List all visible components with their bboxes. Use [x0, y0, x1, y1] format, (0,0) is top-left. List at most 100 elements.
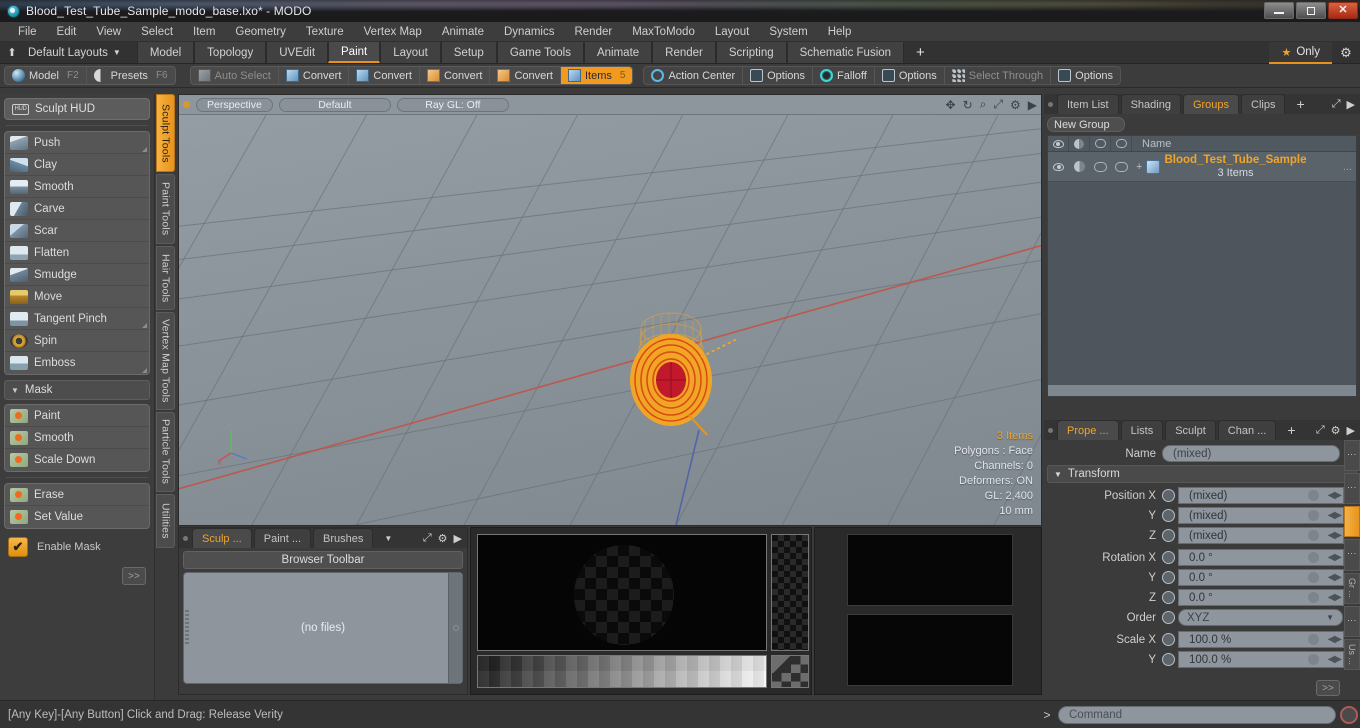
mini-knob-icon[interactable]: [1308, 592, 1319, 603]
layout-tab-layout[interactable]: Layout: [380, 42, 441, 63]
prop-side-tab-4[interactable]: ⋮: [1344, 539, 1360, 571]
close-button[interactable]: ✕: [1328, 2, 1358, 19]
menu-system[interactable]: System: [759, 22, 817, 42]
menu-help[interactable]: Help: [818, 22, 862, 42]
menu-view[interactable]: View: [86, 22, 131, 42]
vtab-particle-tools[interactable]: Particle Tools: [156, 412, 175, 492]
position-y-input[interactable]: (mixed) ◀▶: [1178, 507, 1344, 524]
expand-icon[interactable]: ⤢: [1316, 424, 1325, 437]
prop-tab-sculpt[interactable]: Sculpt: [1165, 420, 1216, 440]
tool-emboss[interactable]: Emboss: [5, 352, 149, 374]
chevron-right-icon[interactable]: ▶: [1347, 98, 1355, 111]
resize-grip[interactable]: [185, 610, 189, 646]
position-z-keyframe-toggle[interactable]: [1162, 529, 1175, 542]
prop-side-tab-1[interactable]: ⋮: [1344, 440, 1360, 472]
brush-alpha-swatch[interactable]: [771, 534, 809, 651]
panel-menu-dot-icon[interactable]: [1044, 420, 1057, 440]
convert-edge-button[interactable]: Convert: [349, 67, 420, 84]
mask-section-header[interactable]: ▼ Mask: [4, 380, 150, 400]
position-x-input[interactable]: (mixed) ◀▶: [1178, 487, 1344, 504]
scale-x-input[interactable]: 100.0 % ◀▶: [1178, 631, 1344, 648]
menu-item[interactable]: Item: [183, 22, 225, 42]
expander-plus-icon[interactable]: +: [1136, 161, 1142, 173]
layout-tab-setup[interactable]: Setup: [440, 42, 497, 63]
chevron-down-icon[interactable]: ▼: [375, 528, 401, 548]
3d-viewport[interactable]: Perspective Default Ray GL: Off ✥ ↻ ⌕ ⤢ …: [178, 94, 1042, 526]
browser-tab-brushes[interactable]: Brushes: [313, 528, 374, 548]
mini-knob-icon[interactable]: [1308, 552, 1319, 563]
mask-tool-smooth[interactable]: Smooth: [5, 427, 149, 449]
rotation-z-keyframe-toggle[interactable]: [1162, 591, 1175, 604]
convert-vertex-button[interactable]: Convert: [279, 67, 350, 84]
prop-side-tab-groups[interactable]: Gr ...: [1344, 572, 1360, 604]
position-y-keyframe-toggle[interactable]: [1162, 509, 1175, 522]
mode-model-button[interactable]: Model F2: [5, 67, 87, 84]
add-prop-tab-button[interactable]: +: [1278, 420, 1304, 440]
stepper-arrows-icon[interactable]: ◀▶: [1328, 530, 1342, 541]
right-tab-item-list[interactable]: Item List: [1057, 94, 1119, 114]
name-field[interactable]: (mixed): [1162, 445, 1340, 462]
layout-tab-model[interactable]: Model: [136, 42, 195, 63]
stepper-arrows-icon[interactable]: ◀▶: [1328, 510, 1342, 521]
order-dropdown[interactable]: XYZ ▼: [1178, 609, 1343, 626]
mask-tool-scale-down[interactable]: Scale Down: [5, 449, 149, 471]
menu-geometry[interactable]: Geometry: [225, 22, 296, 42]
menu-texture[interactable]: Texture: [296, 22, 354, 42]
vtab-utilities[interactable]: Utilities: [156, 494, 175, 548]
brush-alpha-preview[interactable]: [477, 534, 767, 651]
menu-edit[interactable]: Edit: [47, 22, 87, 42]
zoom-icon[interactable]: ⌕: [980, 97, 987, 112]
rotation-y-keyframe-toggle[interactable]: [1162, 571, 1175, 584]
rotation-z-input[interactable]: 0.0 ° ◀▶: [1178, 589, 1344, 606]
menu-layout[interactable]: Layout: [705, 22, 760, 42]
layout-tab-render[interactable]: Render: [652, 42, 716, 63]
rotation-x-input[interactable]: 0.0 ° ◀▶: [1178, 549, 1344, 566]
viewport-canvas[interactable]: + Y X 3 Items Polygons : Face Channels: …: [179, 115, 1041, 525]
layout-tab-schematic-fusion[interactable]: Schematic Fusion: [786, 42, 905, 63]
stepper-arrows-icon[interactable]: ◀▶: [1328, 490, 1342, 501]
layout-tab-uvedit[interactable]: UVEdit: [266, 42, 329, 63]
menu-maxtomodo[interactable]: MaxToModo: [622, 22, 705, 42]
enable-mask-checkbox[interactable]: ✔: [8, 537, 28, 557]
position-z-input[interactable]: (mixed) ◀▶: [1178, 527, 1344, 544]
visible-eye-icon[interactable]: [1048, 136, 1069, 151]
pan-icon[interactable]: ✥: [946, 98, 956, 112]
layout-tab-scripting[interactable]: Scripting: [715, 42, 787, 63]
row-visibility-toggle[interactable]: [1048, 162, 1069, 171]
vtab-vertex-map-tools[interactable]: Vertex Map Tools: [156, 312, 175, 410]
home-up-icon[interactable]: ⬆: [0, 42, 24, 63]
tool-expand-corner[interactable]: [142, 323, 147, 328]
tool-expand-corner[interactable]: [142, 368, 147, 373]
prop-tab-channels[interactable]: Chan ...: [1217, 420, 1277, 440]
position-x-keyframe-toggle[interactable]: [1162, 489, 1175, 502]
empty-preview-top[interactable]: [847, 534, 1013, 606]
scale-y-keyframe-toggle[interactable]: [1162, 653, 1175, 666]
tool-spin[interactable]: Spin: [5, 330, 149, 352]
falloff-options-button[interactable]: Options: [875, 67, 945, 84]
stepper-arrows-icon[interactable]: ◀▶: [1328, 572, 1342, 583]
mini-knob-icon[interactable]: [1308, 654, 1319, 665]
groups-tree-empty-area[interactable]: [1048, 182, 1356, 396]
mini-knob-icon[interactable]: [1308, 510, 1319, 521]
blood-test-tube-wireframe[interactable]: +: [609, 295, 749, 435]
sculpt-hud-button[interactable]: HUD Sculpt HUD: [4, 98, 150, 120]
tool-expand-corner[interactable]: [142, 147, 147, 152]
render-cap-icon[interactable]: [1090, 136, 1111, 151]
row-select-toggle[interactable]: [1111, 161, 1132, 172]
expand-icon[interactable]: ⤢: [423, 532, 432, 545]
tool-carve[interactable]: Carve: [5, 198, 149, 220]
add-layout-tab-button[interactable]: +: [904, 42, 937, 63]
scale-x-keyframe-toggle[interactable]: [1162, 633, 1175, 646]
gradient-swatch[interactable]: [771, 655, 809, 688]
vtab-hair-tools[interactable]: Hair Tools: [156, 246, 175, 310]
auto-select-button[interactable]: Auto Select: [191, 67, 279, 84]
empty-preview-panel[interactable]: [814, 527, 1042, 695]
panel-menu-dot-icon[interactable]: [179, 528, 192, 548]
right-tab-groups[interactable]: Groups: [1182, 94, 1240, 114]
action-center-button[interactable]: Action Center: [644, 67, 744, 84]
new-group-button[interactable]: New Group: [1047, 117, 1125, 132]
enable-mask-row[interactable]: ✔ Enable Mask: [8, 537, 150, 557]
falloff-button[interactable]: Falloff: [813, 67, 875, 84]
row-name-cell[interactable]: + Blood_Test_Tube_Sample 3 Items ...: [1132, 154, 1356, 180]
tool-smooth[interactable]: Smooth: [5, 176, 149, 198]
